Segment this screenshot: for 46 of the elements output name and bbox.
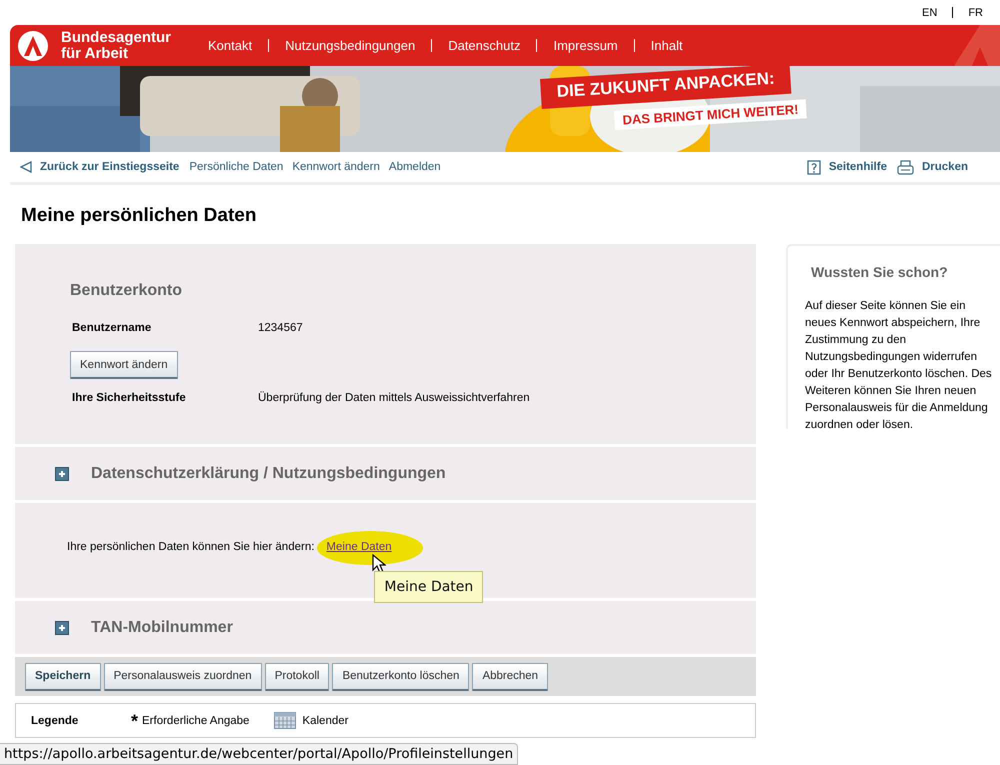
expand-icon[interactable]: [55, 620, 69, 634]
field-value: 1234567: [258, 322, 303, 334]
action-button[interactable]: Benutzerkonto löschen: [332, 662, 470, 690]
nav-link[interactable]: Datenschutz: [448, 38, 520, 53]
required-symbol: *: [131, 714, 138, 726]
action-button[interactable]: Speichern: [25, 662, 101, 690]
action-button[interactable]: Protokoll: [264, 662, 330, 690]
expand-icon[interactable]: [55, 466, 69, 480]
card-text: Auf dieser Seite können Sie ein neues Kennwort abspeichern, Ihre Zustimmung zu den Nutzungsbedingungen widerrufen oder Ihr Benutzerkonto löschen. Des Weiteren können Sie Ihren neuen Personalausweis für die Anmeldung zuordnen oder lösen.: [805, 299, 993, 433]
field-label: Benutzername: [72, 322, 152, 334]
help-icon: [806, 160, 821, 174]
toolbar-link[interactable]: Abmelden: [388, 161, 441, 173]
field-label: Ihre Sicherheitsstufe: [72, 392, 187, 404]
brand-name: für Arbeit: [61, 46, 128, 62]
action-button[interactable]: Personalausweis zuordnen: [104, 662, 262, 690]
print-link[interactable]: Drucken: [896, 160, 968, 174]
nav-link[interactable]: Impressum: [553, 38, 618, 53]
toolbar-link[interactable]: Persönliche Daten: [189, 161, 284, 173]
legend-label: Kalender: [302, 714, 348, 726]
page-title: Meine persönlichen Daten: [21, 204, 258, 228]
change-password-button[interactable]: Kennwort ändern: [70, 351, 178, 379]
action-button[interactable]: Abbrechen: [472, 662, 548, 690]
toolbar-link[interactable]: Kennwort ändern: [292, 161, 380, 173]
nav-link[interactable]: Kontakt: [208, 38, 252, 53]
tooltip: Meine Daten: [374, 571, 484, 603]
info-text: Ihre persönlichen Daten können Sie hier ändern:: [67, 541, 314, 553]
section-heading[interactable]: Datenschutzerklärung / Nutzungsbedingungen: [91, 464, 446, 482]
language-link[interactable]: FR: [968, 6, 983, 18]
card-title: Wussten Sie schon?: [811, 264, 949, 280]
section-heading: Benutzerkonto: [70, 282, 183, 300]
back-icon: [20, 161, 32, 173]
back-link[interactable]: Zurück zur Einstiegsseite: [20, 161, 180, 173]
field-value: Überprüfung der Daten mittels Ausweissichtverfahren: [258, 392, 530, 404]
nav-link[interactable]: Inhalt: [650, 38, 683, 53]
brand-name: Bundesagentur: [61, 30, 172, 46]
nav-link[interactable]: Nutzungsbedingungen: [285, 38, 416, 53]
logo-icon: [17, 30, 49, 62]
language-link[interactable]: EN: [922, 6, 938, 18]
calendar-icon: [274, 712, 296, 729]
pointer-cursor-icon: [372, 554, 386, 574]
printer-icon: [896, 160, 914, 174]
legend-label: Erforderliche Angabe: [142, 714, 250, 726]
status-url: https://apollo.arbeitsagentur.de/webcenter/portal/Apollo/Profileinstellungen: [0, 743, 518, 765]
help-link[interactable]: Seitenhilfe: [806, 160, 887, 174]
section-heading[interactable]: TAN-Mobilnummer: [91, 618, 233, 636]
legend-title: Legende: [31, 714, 80, 726]
